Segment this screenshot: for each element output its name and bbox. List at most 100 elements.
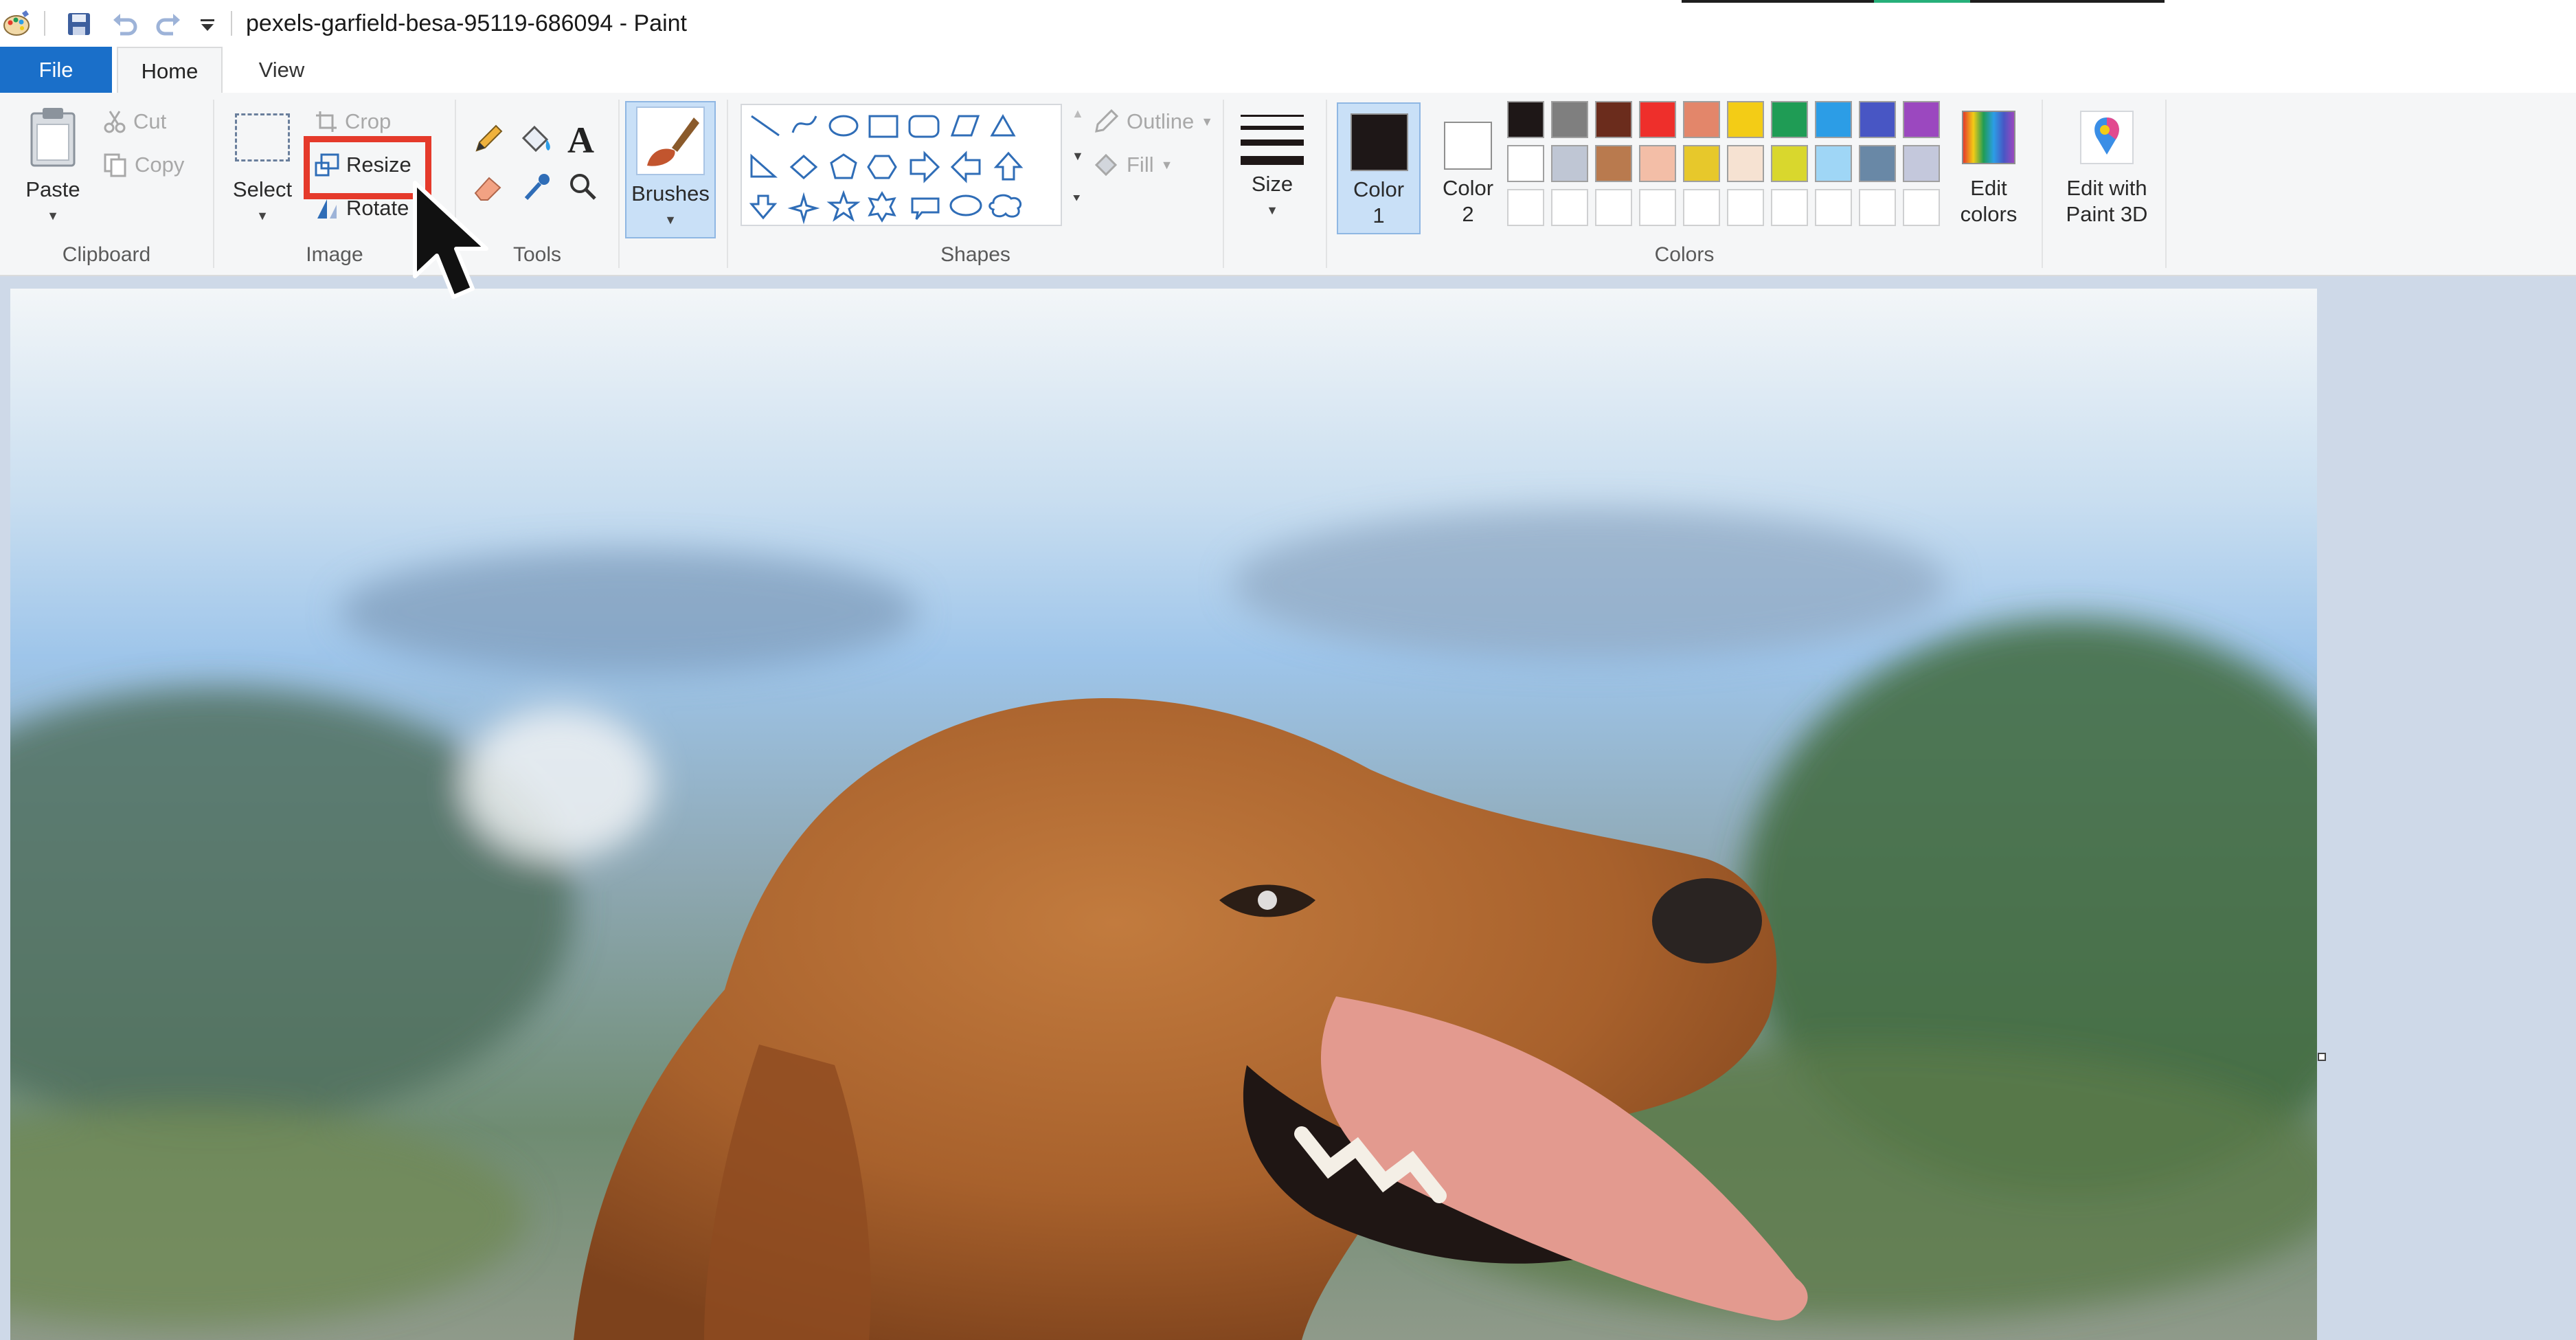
palette-color-swatch[interactable]	[1639, 145, 1676, 182]
select-icon	[235, 113, 290, 161]
palette-color-swatch[interactable]	[1903, 145, 1940, 182]
paste-dropdown-icon[interactable]: ▼	[21, 203, 85, 229]
color2-button[interactable]: Color 2	[1426, 102, 1510, 234]
palette-custom-swatch[interactable]	[1815, 189, 1852, 226]
paint3d-label-line1: Edit with	[2066, 176, 2147, 200]
outline-dropdown-icon[interactable]: ▼	[1201, 115, 1213, 129]
shapes-scroll-down-icon[interactable]: ▼	[1072, 149, 1084, 164]
crop-button[interactable]: Crop	[315, 108, 391, 135]
redo-icon[interactable]	[150, 7, 187, 41]
size-line-thick	[1241, 139, 1304, 146]
rotate-icon	[317, 199, 337, 219]
colors-group-label: Colors	[1654, 243, 1715, 266]
save-icon[interactable]	[60, 7, 98, 41]
crop-label: Crop	[345, 109, 392, 133]
color-picker-icon[interactable]	[519, 170, 554, 204]
edit-colors-button[interactable]: Edit colors	[1951, 102, 2026, 234]
paint3d-icon	[2080, 111, 2134, 164]
color1-label: Color	[1353, 177, 1405, 201]
palette-custom-swatch[interactable]	[1551, 189, 1588, 226]
paint-app-icon[interactable]	[0, 7, 33, 41]
palette-custom-swatch[interactable]	[1507, 189, 1544, 226]
clipboard-group: Paste ▼ Cut Copy Clipboard	[0, 93, 213, 275]
palette-color-swatch[interactable]	[1683, 145, 1720, 182]
palette-custom-swatch[interactable]	[1727, 189, 1764, 226]
outline-label: Outline	[1127, 109, 1195, 133]
canvas-resize-handle[interactable]	[2318, 1053, 2326, 1061]
palette-color-swatch[interactable]	[1727, 101, 1764, 138]
palette-color-swatch[interactable]	[1507, 101, 1544, 138]
brushes-dropdown-icon[interactable]: ▼	[626, 207, 714, 233]
copy-label: Copy	[135, 153, 185, 177]
palette-color-swatch[interactable]	[1771, 101, 1808, 138]
size-dropdown-icon[interactable]: ▼	[1231, 197, 1313, 223]
size-button[interactable]: Size ▼	[1231, 105, 1313, 239]
palette-custom-swatch[interactable]	[1683, 189, 1720, 226]
palette-color-swatch[interactable]	[1595, 145, 1632, 182]
tab-home[interactable]: Home	[117, 47, 223, 94]
group-separator	[2042, 100, 2043, 268]
outline-button[interactable]: Outline ▼	[1092, 108, 1213, 135]
color1-number: 1	[1372, 203, 1385, 227]
shapes-scroll[interactable]: ▲ ▼ ⯆	[1069, 104, 1088, 226]
edit-with-paint3d-button[interactable]: Edit with Paint 3D	[2048, 102, 2165, 234]
palette-color-swatch[interactable]	[1903, 101, 1940, 138]
size-label: Size	[1251, 172, 1293, 196]
top-strip	[1682, 0, 1874, 3]
palette-color-swatch[interactable]	[1595, 101, 1632, 138]
rotate-label: Rotate	[346, 196, 409, 220]
select-button[interactable]: Select ▼	[228, 107, 297, 241]
paste-button[interactable]: Paste ▼	[21, 107, 85, 241]
fill-button[interactable]: Fill ▼	[1092, 151, 1173, 179]
copy-button[interactable]: Copy	[103, 151, 184, 179]
shapes-expand-icon[interactable]: ⯆	[1072, 192, 1081, 206]
pencil-icon[interactable]	[471, 122, 506, 156]
color2-label: Color	[1442, 176, 1494, 200]
palette-color-swatch[interactable]	[1551, 101, 1588, 138]
shapes-group-label: Shapes	[940, 243, 1010, 266]
palette-color-swatch[interactable]	[1551, 145, 1588, 182]
size-line-thin	[1241, 115, 1304, 117]
palette-color-swatch[interactable]	[1507, 145, 1544, 182]
select-dropdown-icon[interactable]: ▼	[228, 203, 297, 229]
palette-color-swatch[interactable]	[1815, 101, 1852, 138]
palette-custom-swatch[interactable]	[1639, 189, 1676, 226]
text-tool-icon[interactable]: A	[567, 119, 594, 161]
scissors-icon	[104, 111, 126, 133]
shapes-gallery-icons	[749, 113, 1024, 225]
shapes-gallery[interactable]	[741, 104, 1062, 226]
palette-color-swatch[interactable]	[1727, 145, 1764, 182]
palette-color-swatch[interactable]	[1859, 145, 1896, 182]
color-palette	[1507, 101, 1947, 232]
brushes-button[interactable]: Brushes ▼	[625, 101, 716, 238]
paste-label: Paste	[25, 177, 80, 201]
edit-colors-label-line2: colors	[1960, 202, 2018, 226]
palette-custom-swatch[interactable]	[1771, 189, 1808, 226]
palette-color-swatch[interactable]	[1771, 145, 1808, 182]
fill-dropdown-icon[interactable]: ▼	[1161, 158, 1173, 172]
fill-label: Fill	[1127, 153, 1154, 177]
brushes-label: Brushes	[631, 181, 710, 205]
customize-dropdown-icon[interactable]	[194, 7, 221, 41]
palette-custom-swatch[interactable]	[1595, 189, 1632, 226]
magnifier-icon[interactable]	[566, 170, 600, 204]
fill-bucket-icon[interactable]	[518, 122, 554, 157]
title-separator	[231, 11, 232, 36]
color2-number: 2	[1462, 202, 1474, 226]
colors-group: Color 1 Color 2 Edit colors Colors Edit …	[1327, 93, 2167, 275]
shapes-scroll-up-icon[interactable]: ▲	[1072, 107, 1084, 121]
palette-custom-swatch[interactable]	[1859, 189, 1896, 226]
tab-file[interactable]: File	[0, 47, 112, 93]
color1-button[interactable]: Color 1	[1337, 102, 1421, 234]
title-bar: pexels-garfield-besa-95119-686094 - Pain…	[0, 0, 2576, 47]
undo-icon[interactable]	[106, 7, 144, 41]
cut-button[interactable]: Cut	[103, 108, 166, 135]
tab-view[interactable]: View	[234, 47, 330, 93]
canvas-image[interactable]	[10, 289, 2317, 1340]
palette-color-swatch[interactable]	[1639, 101, 1676, 138]
palette-color-swatch[interactable]	[1815, 145, 1852, 182]
palette-color-swatch[interactable]	[1859, 101, 1896, 138]
palette-custom-swatch[interactable]	[1903, 189, 1940, 226]
palette-color-swatch[interactable]	[1683, 101, 1720, 138]
crop-icon	[316, 111, 337, 132]
